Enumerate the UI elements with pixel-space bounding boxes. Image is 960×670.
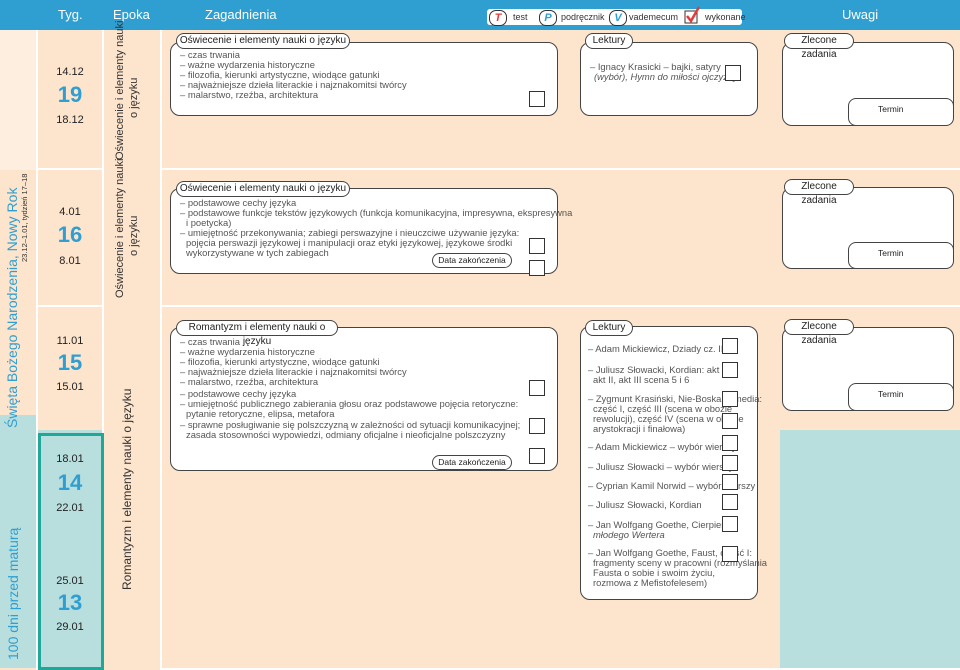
week-end: 8.01 — [59, 255, 81, 267]
topic-checkbox[interactable] — [529, 260, 545, 276]
legend-test-label: test — [513, 12, 528, 22]
textbook-icon: P — [539, 10, 557, 26]
lektura-line: – Juliusz Słowacki, Kordian — [588, 499, 702, 510]
termin-label: Termin — [878, 389, 904, 399]
lektura-checkbox[interactable] — [725, 65, 741, 81]
lektura-checkbox[interactable] — [722, 413, 738, 429]
week-end: 15.01 — [56, 381, 84, 393]
epoch-label-1b: o języku — [128, 77, 140, 118]
legend-wykonane-label: wykonane — [705, 12, 746, 22]
test-icon: T — [489, 10, 507, 26]
epoch-label-3: Romantyzm i elementy nauki o języku — [120, 388, 134, 590]
topic-line: – malarstwo, rzeźba, architektura — [180, 376, 319, 387]
topic-line: zasada stosowności wypowiedzi, odmiany o… — [186, 429, 506, 440]
countdown-label: 100 dni przed maturą — [5, 527, 21, 660]
legend-vademecum-label: vademecum — [629, 12, 679, 22]
header-bar: Tyg. Epoka Zagadnienia T test P podręczn… — [0, 0, 960, 30]
topic-checkbox[interactable] — [529, 91, 545, 107]
topic-checkbox[interactable] — [529, 238, 545, 254]
lektura-checkbox[interactable] — [722, 516, 738, 532]
lektura-checkbox[interactable] — [722, 546, 738, 562]
week-start: 11.01 — [56, 335, 84, 347]
lektura-line: arystokracji i finałowa) — [593, 423, 686, 434]
topic-line: wykorzystywane w tych zabiegach — [186, 247, 329, 258]
col-zagadnienia-header: Zagadnienia — [205, 7, 277, 22]
lektura-line: – Adam Mickiewicz – wybór wierszy — [588, 441, 737, 452]
lektura-line: akt II, akt III scena 5 i 6 — [593, 374, 690, 385]
lektura-checkbox[interactable] — [722, 474, 738, 490]
col-typ-header: Tyg. — [58, 7, 83, 22]
week-start: 25.01 — [56, 575, 84, 587]
week-number: 14 — [57, 470, 83, 495]
week-number: 15 — [57, 350, 83, 375]
week-end: 22.01 — [56, 502, 84, 514]
epoch-label-2b: o języku — [128, 215, 140, 256]
lektura-line: rozmowa z Mefistofelesem) — [593, 577, 708, 588]
lektura-line: – Juliusz Słowacki – wybór wierszy — [588, 461, 734, 472]
week-number: 13 — [57, 590, 83, 615]
topic-line: – malarstwo, rzeźba, architektura — [180, 89, 319, 100]
topic-line: – podstawowe funkcje tekstów językowych … — [180, 207, 573, 218]
week-start: 18.01 — [56, 453, 84, 465]
section-title: Oświecenie i elementy nauki o języku — [176, 33, 350, 49]
legend-podrecznik-label: podręcznik — [561, 12, 605, 22]
topic-checkbox[interactable] — [529, 418, 545, 434]
week-start: 14.12 — [56, 66, 84, 78]
side-strip-top — [0, 30, 36, 170]
data-zakonczenia[interactable]: Data zakończenia — [432, 455, 512, 470]
week-number: 19 — [57, 82, 83, 107]
data-zakonczenia[interactable]: Data zakończenia — [432, 253, 512, 268]
lektura-line: młodego Wertera — [593, 529, 665, 540]
check-icon — [684, 6, 701, 24]
zlecone-title: Zlecone zadania — [784, 179, 854, 206]
section-title: Oświecenie i elementy nauki o języku — [176, 181, 350, 197]
lektury-title: Lektury — [585, 33, 633, 49]
lektura-line: (wybór), Hymn do miłości ojczyzny — [594, 71, 738, 82]
legend: T test P podręcznik V vademecum wykonane — [487, 6, 746, 26]
week-start: 4.01 — [59, 206, 81, 218]
lektura-checkbox[interactable] — [722, 338, 738, 354]
week-number: 16 — [57, 222, 83, 247]
holiday-label: Święta Bożego Narodzenia, Nowy Rok — [4, 187, 20, 428]
lektury-title: Lektury — [585, 320, 633, 336]
epoch-label-2: Oświecenie i elementy nauki — [114, 158, 126, 298]
topic-checkbox[interactable] — [529, 380, 545, 396]
week-end: 18.12 — [56, 114, 84, 126]
topic-line: pytanie retoryczne, elipsa, metafora — [186, 408, 335, 419]
lektura-checkbox[interactable] — [722, 391, 738, 407]
lektura-checkbox[interactable] — [722, 435, 738, 451]
termin-label: Termin — [878, 248, 904, 258]
week-countdown-frame — [38, 433, 104, 670]
lektura-checkbox[interactable] — [722, 362, 738, 378]
topic-checkbox[interactable] — [529, 448, 545, 464]
zlecone-title: Zlecone zadania — [784, 319, 854, 346]
lektura-checkbox[interactable] — [722, 494, 738, 510]
uwagi-teal — [780, 430, 960, 668]
week-end: 29.01 — [56, 621, 84, 633]
termin-label: Termin — [878, 104, 904, 114]
zlecone-title: Zlecone zadania — [784, 33, 854, 60]
vademecum-icon: V — [609, 10, 627, 26]
col-uwagi-header: Uwagi — [842, 7, 879, 22]
lektura-checkbox[interactable] — [722, 455, 738, 471]
lektura-line: – Adam Mickiewicz, Dziady cz. III — [588, 343, 727, 354]
section-title: Romantyzm i elementy nauki o języku — [176, 320, 338, 347]
epoch-label-1: Oświecenie i elementy nauki — [114, 20, 126, 160]
holiday-dates: 23.12–1.01, tydzień 17–18 — [20, 173, 29, 262]
